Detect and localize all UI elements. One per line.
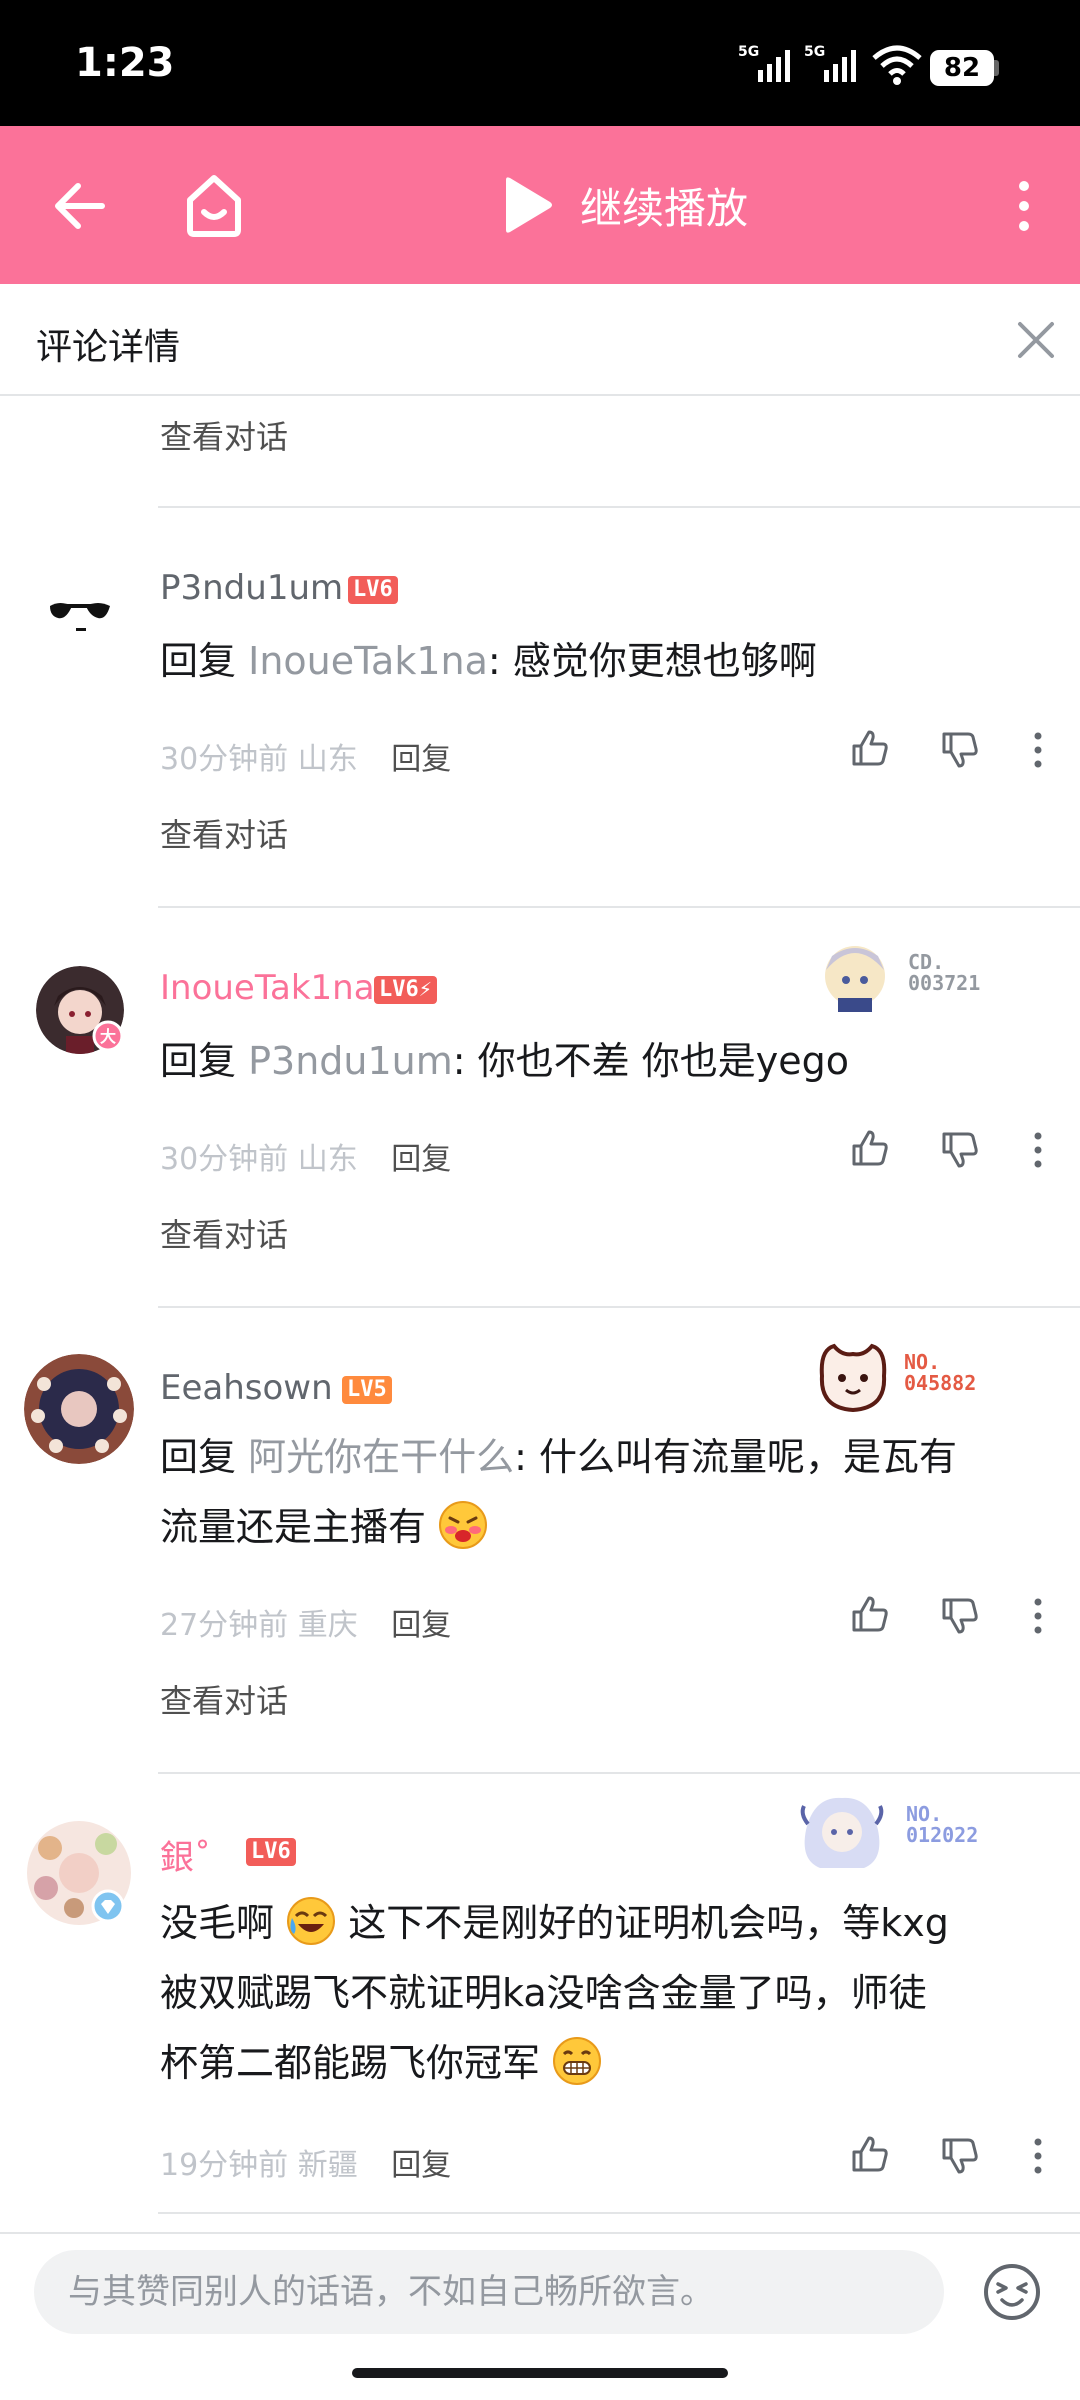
reply-button[interactable]: 回复 — [391, 1142, 451, 1177]
view-conversation-link[interactable]: 查看对话 — [160, 412, 288, 458]
close-icon[interactable] — [1016, 320, 1056, 360]
divider — [158, 906, 1080, 908]
battery-tip — [994, 60, 999, 76]
like-icon[interactable] — [850, 1128, 890, 1168]
fan-badge-number: CD. 003721 — [908, 950, 981, 995]
fan-badge-avatar-icon — [825, 946, 885, 1012]
dislike-icon[interactable] — [940, 2136, 980, 2176]
divider — [158, 1306, 1080, 1308]
comment-detail-bar: 评论详情 — [0, 284, 1080, 396]
comment-detail-title: 评论详情 — [36, 327, 181, 368]
comment-time: 30分钟前 — [160, 1142, 289, 1177]
level-badge: LV6⚡ — [374, 976, 437, 1004]
comment-input[interactable]: 与其赞同别人的话语，不如自己畅所欲言。 — [34, 2250, 944, 2334]
comment-username[interactable]: P3ndu1um — [160, 568, 343, 608]
level-badge: LV6 — [348, 576, 398, 604]
comment-time: 19分钟前 — [160, 2148, 289, 2183]
comment-meta: 27分钟前 重庆 回复 — [160, 1600, 451, 1644]
more-options-icon[interactable] — [1014, 178, 1034, 234]
level-badge: LV5 — [342, 1376, 392, 1404]
fan-badge: NO. 012022 — [794, 1788, 1004, 1878]
comment-meta: 30分钟前 山东 回复 — [160, 1134, 451, 1178]
reply-button[interactable]: 回复 — [391, 742, 451, 777]
emoji-laugh-cry-icon — [287, 1897, 336, 1945]
cellular-signal-icon: 5G — [738, 44, 790, 82]
avatar[interactable] — [36, 566, 124, 654]
status-bar: 1:23 5G 5G 82 — [0, 0, 1080, 126]
comment-time: 30分钟前 — [160, 742, 289, 777]
emoji-blush-icon — [439, 1501, 488, 1549]
view-conversation-link[interactable]: 查看对话 — [160, 810, 288, 856]
video-header: 继续播放 — [0, 126, 1080, 284]
svg-text:大: 大 — [100, 1027, 116, 1046]
comment-username[interactable]: InoueTak1na — [160, 968, 375, 1008]
comment-text: 回复 InoueTak1na: 感觉你更想也够啊 — [160, 639, 817, 683]
comment-meta: 30分钟前 山东 回复 — [160, 734, 451, 778]
status-time: 1:23 — [75, 40, 175, 86]
level-badge: LV6 — [246, 1838, 296, 1866]
fan-badge-avatar-icon — [819, 1343, 887, 1413]
divider — [158, 2212, 1080, 2214]
comment-location: 重庆 — [297, 1608, 358, 1643]
home-icon[interactable] — [182, 172, 246, 238]
comment-meta: 19分钟前 新疆 回复 — [160, 2140, 451, 2184]
back-arrow-icon[interactable] — [52, 178, 108, 234]
reply-button[interactable]: 回复 — [391, 2148, 451, 2183]
continue-play-label: 继续播放 — [580, 183, 749, 233]
emoji-grin-icon — [553, 2037, 602, 2085]
view-conversation-link[interactable]: 查看对话 — [160, 1676, 288, 1722]
reply-mention[interactable]: P3ndu1um — [248, 1039, 453, 1083]
vip-badge-icon: 大 — [92, 1020, 124, 1052]
comment-username[interactable]: Eeahsown — [160, 1368, 333, 1408]
comment-location: 新疆 — [297, 2148, 358, 2183]
more-icon[interactable] — [1028, 1596, 1048, 1636]
view-conversation-link[interactable]: 查看对话 — [160, 1210, 288, 1256]
emoji-picker-icon[interactable] — [982, 2262, 1042, 2322]
comment-list: 查看对话 P3ndu1um LV6 回复 InoueTak1na: 感觉你更想也… — [0, 398, 1080, 2232]
fan-badge: CD. 003721 — [816, 936, 996, 1014]
svg-text:5G: 5G — [804, 44, 825, 60]
cellular-signal-2-icon: 5G — [804, 44, 856, 82]
more-icon[interactable] — [1028, 730, 1048, 770]
comment-text: 没毛啊 这下不是刚好的证明机会吗，等kxg 被双赋踢飞不就证明ka没啥含金量了吗… — [160, 1888, 1040, 2098]
comment-location: 山东 — [297, 1142, 358, 1177]
battery-indicator: 82 — [930, 50, 994, 86]
comment-location: 山东 — [297, 742, 358, 777]
comment-username[interactable]: 銀˚ — [160, 1830, 211, 1879]
reply-mention[interactable]: InoueTak1na — [248, 639, 488, 683]
divider — [158, 506, 1080, 508]
comment-text: 回复 P3ndu1um: 你也不差 你也是yego — [160, 1039, 849, 1083]
home-indicator[interactable] — [352, 2368, 728, 2378]
like-icon[interactable] — [850, 1594, 890, 1634]
fan-badge-avatar-icon — [800, 1797, 884, 1868]
dislike-icon[interactable] — [940, 1596, 980, 1636]
wifi-icon — [872, 45, 922, 85]
vip-badge-icon — [91, 1889, 125, 1923]
more-icon[interactable] — [1028, 1130, 1048, 1170]
comment-time: 27分钟前 — [160, 1608, 289, 1643]
dislike-icon[interactable] — [940, 1130, 980, 1170]
avatar[interactable] — [24, 1354, 134, 1464]
like-icon[interactable] — [850, 2134, 890, 2174]
play-icon — [506, 177, 552, 233]
reply-mention[interactable]: 阿光你在干什么 — [248, 1435, 514, 1479]
fan-badge-number: NO. 012022 — [906, 1802, 979, 1847]
comment-text: 回复 阿光你在干什么: 什么叫有流量呢，是瓦有 流量还是主播有 — [160, 1435, 958, 1549]
svg-text:5G: 5G — [738, 44, 759, 60]
fan-badge: NO. 045882 — [812, 1336, 1002, 1420]
like-icon[interactable] — [850, 728, 890, 768]
continue-play-button[interactable]: 继续播放 — [500, 126, 748, 284]
reply-button[interactable]: 回复 — [391, 1608, 451, 1643]
divider — [158, 1772, 1080, 1774]
more-icon[interactable] — [1028, 2136, 1048, 2176]
dislike-icon[interactable] — [940, 730, 980, 770]
fan-badge-number: NO. 045882 — [904, 1350, 977, 1395]
